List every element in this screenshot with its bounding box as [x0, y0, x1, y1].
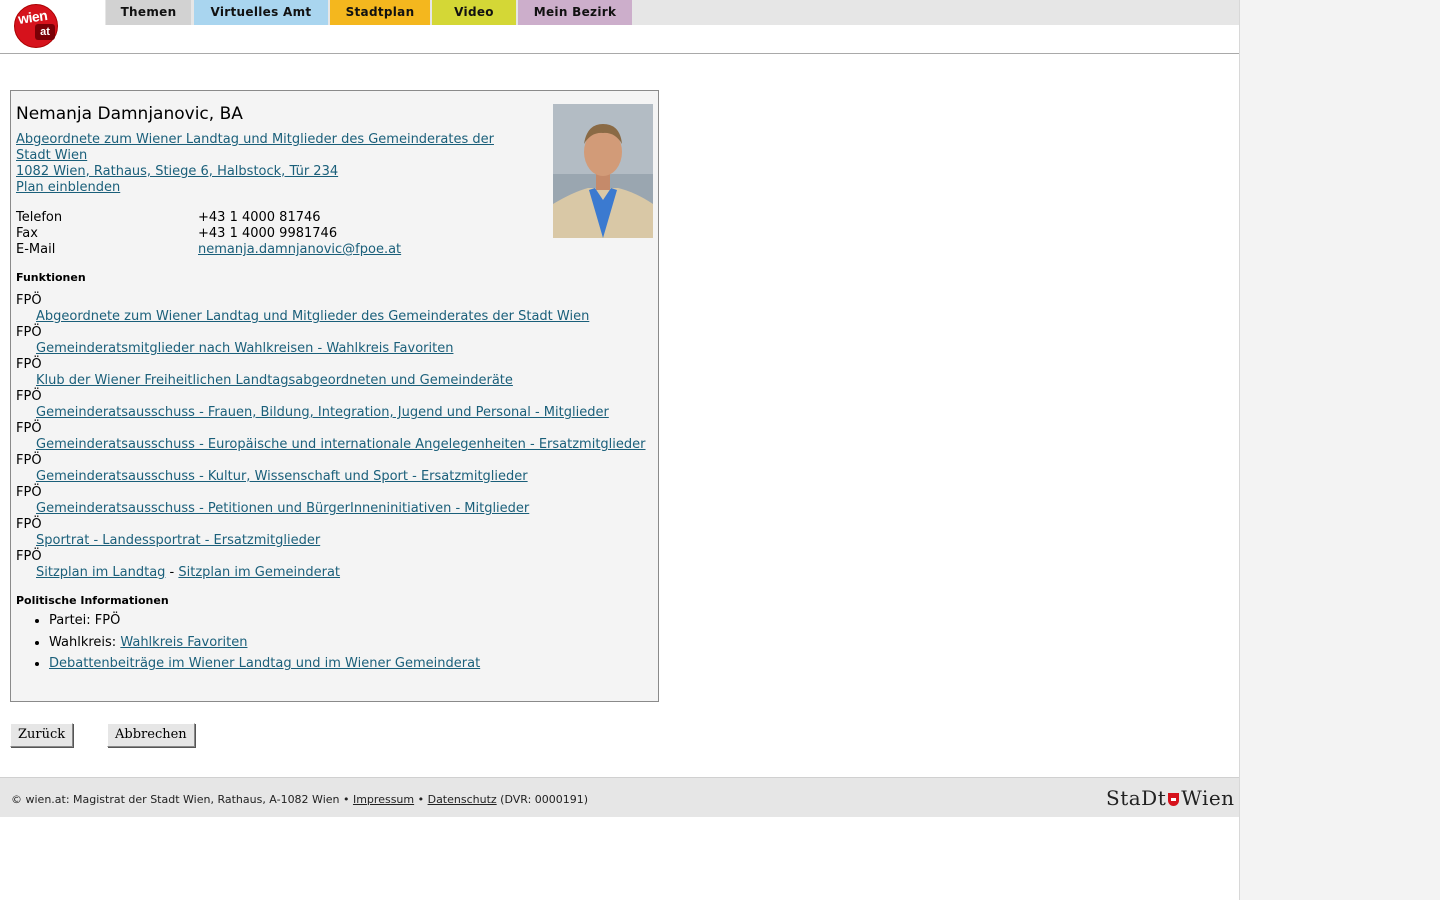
- tab-video[interactable]: Video: [432, 0, 516, 25]
- debatten-link[interactable]: Debattenbeiträge im Wiener Landtag und i…: [49, 656, 480, 671]
- function-link[interactable]: Gemeinderatsausschuss - Frauen, Bildung,…: [36, 405, 609, 421]
- list-item-partei: Partei: FPÖ: [49, 610, 480, 632]
- political-info-list: Partei: FPÖ Wahlkreis: Wahlkreis Favorit…: [16, 610, 480, 675]
- stadt-wien-logo-left: StaDt: [1106, 786, 1167, 810]
- function-party: FPÖ: [16, 421, 42, 436]
- sitzplan-row: Sitzplan im Landtag - Sitzplan im Gemein…: [36, 565, 340, 581]
- person-name: Nemanja Damnjanovic, BA: [16, 104, 243, 124]
- address-link[interactable]: 1082 Wien, Rathaus, Stiege 6, Halbstock,…: [16, 164, 338, 180]
- function-party: FPÖ: [16, 293, 42, 308]
- contact-label-email: E-Mail: [16, 242, 56, 257]
- function-party: FPÖ: [16, 357, 42, 372]
- list-item-wahlkreis: Wahlkreis: Wahlkreis Favoriten: [49, 632, 480, 654]
- tab-virtuelles-amt[interactable]: Virtuelles Amt: [194, 0, 328, 25]
- function-link[interactable]: Gemeinderatsausschuss - Kultur, Wissensc…: [36, 469, 528, 485]
- function-party: FPÖ: [16, 325, 42, 340]
- person-photo: [553, 104, 653, 238]
- footer-copyright: © wien.at: Magistrat der Stadt Wien, Rat…: [11, 793, 353, 806]
- partei-label: Partei:: [49, 613, 95, 628]
- wahlkreis-link[interactable]: Wahlkreis Favoriten: [120, 635, 247, 650]
- wahlkreis-label: Wahlkreis:: [49, 634, 121, 650]
- function-link[interactable]: Klub der Wiener Freiheitlichen Landtagsa…: [36, 373, 513, 389]
- role-link[interactable]: Abgeordnete zum Wiener Landtag und Mitgl…: [16, 132, 494, 148]
- list-item-debatten: Debattenbeiträge im Wiener Landtag und i…: [49, 653, 480, 675]
- person-detail-box: Nemanja Damnjanovic, BA Abgeordnete zum …: [10, 90, 659, 702]
- contact-value-fax: +43 1 4000 9981746: [198, 226, 338, 241]
- footer-dvr: (DVR: 0000191): [496, 793, 589, 806]
- wien-at-logo[interactable]: wien at: [14, 4, 58, 48]
- sitzplan-separator: -: [165, 565, 179, 580]
- section-heading-funktionen: Funktionen: [16, 271, 86, 284]
- stadt-wien-logo[interactable]: StaDt Wien: [1106, 786, 1235, 810]
- show-map-link[interactable]: Plan einblenden: [16, 180, 120, 196]
- contact-label-telefon: Telefon: [16, 210, 63, 225]
- function-party: FPÖ: [16, 453, 42, 468]
- partei-value: FPÖ: [94, 613, 121, 628]
- page: wien at Themen Virtuelles Amt Stadtplan …: [0, 0, 1240, 900]
- function-link[interactable]: Gemeinderatsmitglieder nach Wahlkreisen …: [36, 341, 453, 357]
- function-link[interactable]: Sportrat - Landessportrat - Ersatzmitgli…: [36, 533, 320, 549]
- header: wien at Themen Virtuelles Amt Stadtplan …: [0, 0, 1239, 54]
- tab-stadtplan[interactable]: Stadtplan: [330, 0, 430, 25]
- sitzplan-gemeinderat-link[interactable]: Sitzplan im Gemeinderat: [178, 565, 340, 580]
- contact-value-telefon: +43 1 4000 81746: [198, 210, 321, 225]
- wien-shield-icon: [1168, 793, 1180, 806]
- section-heading-politische-informationen: Politische Informationen: [16, 594, 169, 607]
- back-button[interactable]: Zurück: [10, 723, 74, 747]
- email-link[interactable]: nemanja.damnjanovic@fpoe.at: [198, 242, 401, 258]
- function-party: FPÖ: [16, 517, 42, 532]
- footer-separator: •: [414, 793, 428, 806]
- tab-mein-bezirk[interactable]: Mein Bezirk: [518, 0, 632, 25]
- impressum-link[interactable]: Impressum: [353, 793, 414, 806]
- footer-text: © wien.at: Magistrat der Stadt Wien, Rat…: [11, 793, 588, 806]
- tab-themen[interactable]: Themen: [106, 0, 191, 25]
- role-link-continued[interactable]: Stadt Wien: [16, 148, 87, 164]
- function-link[interactable]: Gemeinderatsausschuss - Petitionen und B…: [36, 501, 529, 517]
- footer: © wien.at: Magistrat der Stadt Wien, Rat…: [0, 777, 1239, 817]
- function-link[interactable]: Abgeordnete zum Wiener Landtag und Mitgl…: [36, 309, 589, 325]
- function-party: FPÖ: [16, 549, 42, 564]
- function-party: FPÖ: [16, 485, 42, 500]
- stadt-wien-logo-right: Wien: [1181, 786, 1235, 810]
- function-party: FPÖ: [16, 389, 42, 404]
- sitzplan-landtag-link[interactable]: Sitzplan im Landtag: [36, 565, 165, 580]
- contact-label-fax: Fax: [16, 226, 38, 241]
- cancel-button[interactable]: Abbrechen: [107, 723, 195, 747]
- datenschutz-link[interactable]: Datenschutz: [428, 793, 497, 806]
- function-link[interactable]: Gemeinderatsausschuss - Europäische und …: [36, 437, 646, 453]
- logo-text-at: at: [35, 24, 55, 40]
